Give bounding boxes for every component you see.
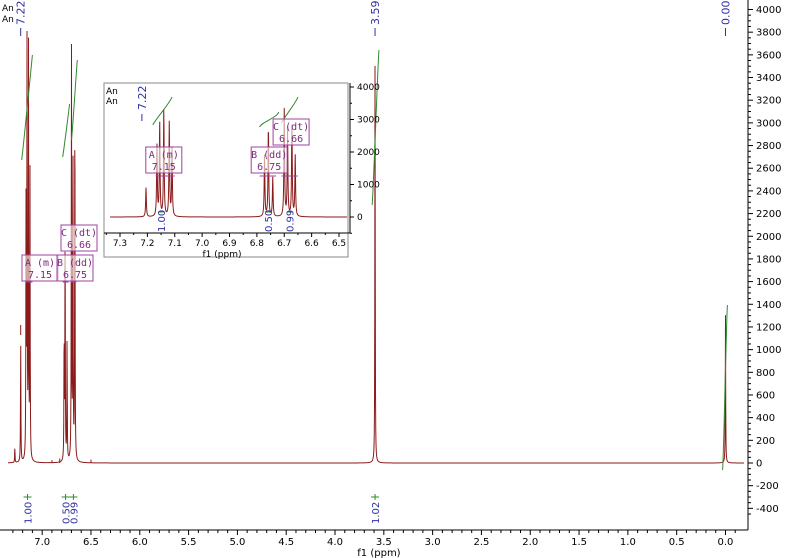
multiplet-box: B (dd)6.75	[250, 146, 288, 174]
integral-value: 1.00	[24, 502, 35, 524]
multiplet-shift: 6.66	[279, 134, 303, 145]
multiplet-box: A (m)7.15	[21, 254, 59, 282]
inset-y-tick-label: 1000	[357, 181, 380, 191]
multiplet-id: B (dd)	[251, 150, 287, 161]
peak-shift-label: 7.22	[15, 1, 28, 25]
x-tick-label: 0.0	[718, 537, 734, 548]
x-tick-label: 1.5	[571, 537, 587, 548]
y-tick-label: -400	[756, 504, 779, 515]
multiplet-shift: 6.75	[257, 162, 281, 173]
inset-x-tick-label: 6.7	[277, 239, 291, 249]
integral-curve-b	[62, 103, 70, 158]
x-tick-label: 6.0	[132, 537, 148, 548]
integral-value: 1.02	[371, 502, 382, 524]
inset-x-tick-label: 6.6	[304, 239, 319, 249]
inset-x-axis-title: f1 (ppm)	[203, 250, 242, 260]
inset-integral-value: 0.50	[264, 210, 275, 232]
y-tick-label: 3800	[756, 28, 781, 39]
multiplet-id: C (dt)	[273, 122, 309, 133]
inset-peak-shift-label: 7.22	[136, 86, 149, 111]
y-tick-label: 1400	[756, 300, 781, 311]
multiplet-shift: 6.75	[63, 270, 87, 281]
multiplet-box: C (dt)6.66	[272, 118, 310, 146]
x-tick-label: 0.5	[669, 537, 685, 548]
peak-shift-label: 0.00	[719, 1, 732, 26]
inset-y-tick-label: 3000	[357, 116, 380, 126]
integral-curve-c	[70, 59, 78, 141]
x-tick-label: 7.0	[34, 537, 50, 548]
header-label-2: An	[2, 15, 14, 25]
inset-x-tick-label: 6.5	[332, 239, 346, 249]
inset-x-tick-label: 7.2	[140, 239, 154, 249]
multiplet-box: B (dd)6.75	[56, 254, 94, 282]
y-tick-label: 1600	[756, 277, 781, 288]
inset-x-tick-label: 7.0	[195, 239, 210, 249]
y-tick-label: 3000	[756, 118, 781, 129]
inset-y-tick-label: 2000	[357, 148, 380, 158]
x-tick-label: 2.0	[522, 537, 538, 548]
y-tick-label: 2600	[756, 164, 781, 175]
multiplet-box: A (m)7.15	[145, 146, 183, 174]
inset-header-label-1: An	[106, 87, 118, 97]
inset-integral-value: 1.00	[157, 210, 168, 232]
y-tick-label: 2200	[756, 209, 781, 220]
inset-x-tick-label: 7.3	[113, 239, 127, 249]
x-tick-label: 4.0	[327, 537, 343, 548]
y-tick-label: 600	[756, 390, 775, 401]
y-tick-label: 2800	[756, 141, 781, 152]
y-tick-label: 1200	[756, 322, 781, 333]
integral-value: 0.99	[69, 502, 80, 524]
multiplet-id: A (m)	[25, 258, 55, 269]
multiplet-box: C (dt)6.66	[60, 224, 98, 252]
y-tick-label: -200	[756, 481, 779, 492]
inset-integral-value: 0.99	[286, 210, 297, 232]
inset-header-label-2: An	[106, 97, 118, 107]
multiplet-id: B (dd)	[57, 258, 93, 269]
x-tick-label: 1.0	[620, 537, 636, 548]
inset-y-tick-label: 0	[357, 213, 363, 223]
y-tick-label: 3200	[756, 96, 781, 107]
y-tick-label: 2400	[756, 186, 781, 197]
y-tick-label: 0	[756, 459, 762, 470]
nmr-spectrum-figure: 7.0 6.5 6.0 5.5 5.0 4.5 4.0 3.5 3.0 2.5 2.0 1.5 1.0 0…	[0, 0, 781, 558]
x-tick-label: 6.5	[83, 537, 99, 548]
multiplet-shift: 7.15	[152, 162, 176, 173]
x-tick-label: 2.5	[473, 537, 489, 548]
inset-x-tick-label: 6.8	[250, 239, 265, 249]
x-tick-label: 5.0	[229, 537, 245, 548]
y-tick-label: 3600	[756, 50, 781, 61]
inset-y-tick-label: 4000	[357, 83, 380, 93]
inset-x-tick-label: 6.9	[222, 239, 237, 249]
multiplet-shift: 6.66	[67, 240, 91, 251]
x-tick-label: 5.5	[181, 537, 197, 548]
y-tick-label: 200	[756, 436, 775, 447]
header-label-1: An	[2, 4, 14, 14]
y-tick-label: 800	[756, 368, 775, 379]
y-tick-label: 400	[756, 413, 775, 424]
y-tick-label: 4000	[756, 5, 781, 16]
y-tick-label: 3400	[756, 73, 781, 84]
multiplet-id: A (m)	[149, 150, 179, 161]
y-tick-label: 2000	[756, 232, 781, 243]
y-tick-label: 1800	[756, 254, 781, 265]
x-tick-label: 3.5	[376, 537, 392, 548]
inset-x-tick-label: 7.1	[168, 239, 182, 249]
x-axis-title: f1 (ppm)	[357, 548, 400, 558]
x-tick-label: 3.0	[425, 537, 441, 548]
inset-spectrum-chart: 7.3 7.2 7.1 7.0 6.9 6.8 6.7 6.6 6.5 f1 (ppm) 0 1000…	[103, 82, 380, 260]
x-tick-label: 4.5	[278, 537, 294, 548]
multiplet-shift: 7.15	[28, 270, 52, 281]
multiplet-id: C (dt)	[61, 228, 97, 239]
y-tick-label: 1000	[756, 345, 781, 356]
peak-shift-label: 3.59	[369, 1, 382, 26]
